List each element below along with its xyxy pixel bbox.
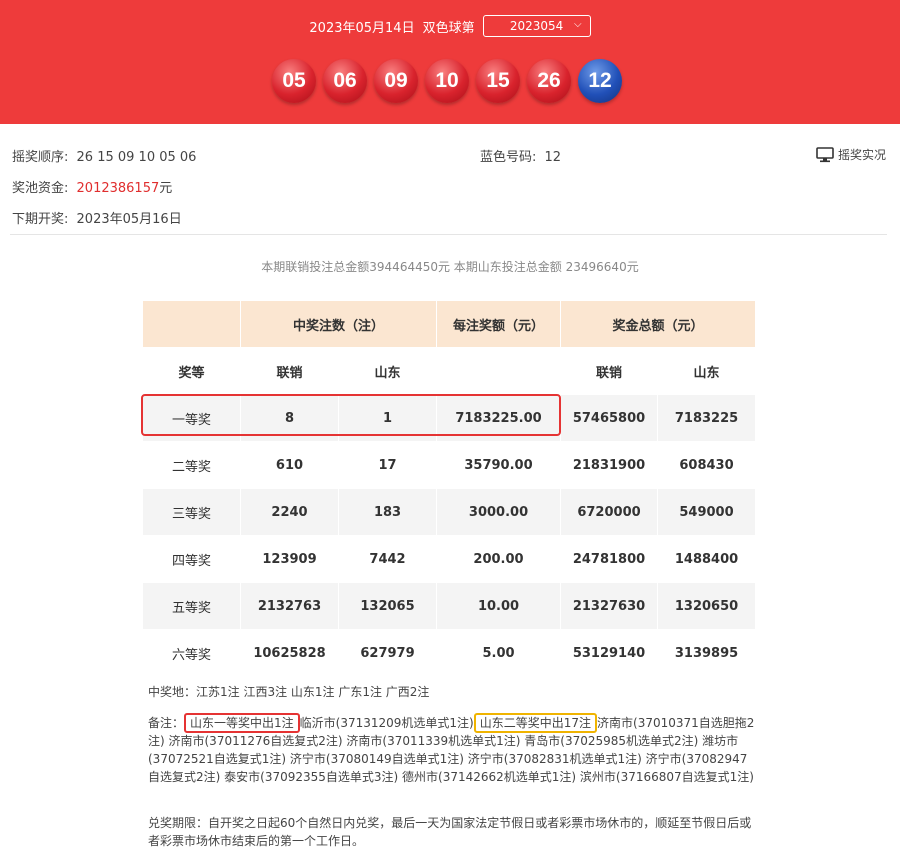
draw-header: 2023年05月14日 双色球第 2023054 ⌵ 05 06 09 10 1… <box>0 0 900 124</box>
shandong-count: 1 <box>337 394 438 442</box>
blue-ball: 12 <box>578 59 622 103</box>
draw-order: 摇奖顺序: 26 15 09 10 05 06 <box>12 146 196 165</box>
prize-per-bet: 10.00 <box>436 582 562 630</box>
live-draw-link[interactable]: 摇奖实况 <box>816 146 886 163</box>
table-row: 一等奖 8 1 7183225.00 57465800 7183225 <box>142 394 757 442</box>
remarks-first-location: 临沂市(37131209机选单式1注) <box>299 716 474 730</box>
national-count: 10625828 <box>240 629 339 677</box>
winning-numbers: 05 06 09 10 15 26 12 <box>272 59 622 103</box>
shandong-count: 183 <box>337 488 438 536</box>
red-ball: 26 <box>527 59 571 103</box>
shandong-count: 132065 <box>337 582 438 630</box>
red-ball: 10 <box>425 59 469 103</box>
remarks: 备注： 山东一等奖中出1注 临沂市(37131209机选单式1注) 山东二等奖中出17… <box>148 713 758 786</box>
claim-deadline: 兑奖期限：自开奖之日起60个自然日内兑奖，最后一天为国家法定节假日或者彩票市场休… <box>148 816 752 848</box>
blue-number: 蓝色号码: 12 <box>480 146 561 165</box>
draw-title-line: 2023年05月14日 双色球第 2023054 ⌵ <box>0 14 900 38</box>
shandong-total: 608430 <box>657 441 757 489</box>
national-total: 21327630 <box>560 582 659 630</box>
shandong-count: 17 <box>337 441 438 489</box>
table-row: 五等奖 2132763 132065 10.00 21327630 132065… <box>142 582 757 630</box>
prize-level: 四等奖 <box>142 535 241 583</box>
red-ball: 05 <box>272 59 316 103</box>
prize-per-bet: 200.00 <box>436 535 562 583</box>
national-total: 53129140 <box>560 629 659 677</box>
prize-per-bet: 5.00 <box>436 629 562 677</box>
national-total: 21831900 <box>560 441 659 489</box>
subheader-national: 联销 <box>560 347 659 395</box>
prize-level: 五等奖 <box>142 582 241 630</box>
prize-level: 三等奖 <box>142 488 241 536</box>
lottery-name: 双色球第 <box>422 20 475 36</box>
issue-select-value: 2023054 <box>509 19 564 33</box>
draw-order-value: 26 15 09 10 05 06 <box>76 150 197 165</box>
blue-number-value: 12 <box>544 150 562 165</box>
prize-table: 中奖注数（注） 每注奖额（元） 奖金总额（元） 奖等 联销 山东 联销 山东 一… <box>142 300 757 677</box>
national-count: 610 <box>240 441 339 489</box>
prize-level: 一等奖 <box>142 394 241 442</box>
shandong-first-prize-highlight: 山东一等奖中出1注 <box>184 713 300 733</box>
next-draw: 下期开奖: 2023年05月16日 <box>12 208 182 227</box>
shandong-total: 549000 <box>657 488 757 536</box>
header-winning-count: 中奖注数（注） <box>239 300 438 348</box>
prize-level: 二等奖 <box>142 441 241 489</box>
subheader-shandong: 山东 <box>657 347 757 395</box>
divider <box>10 234 887 235</box>
shandong-total: 1320650 <box>657 582 757 630</box>
blue-number-label: 蓝色号码: <box>480 150 537 165</box>
chevron-down-icon: ⌵ <box>574 19 582 30</box>
live-draw-label: 摇奖实况 <box>837 148 886 162</box>
next-draw-value: 2023年05月16日 <box>76 212 182 227</box>
winning-places: 中奖地：江苏1注 江西3注 山东1注 广东1注 广西2注 <box>148 685 430 699</box>
red-ball: 06 <box>323 59 367 103</box>
prize-pool-value: 2012386157 <box>76 181 160 196</box>
prize-level: 六等奖 <box>142 629 241 677</box>
table-row: 三等奖 2240 183 3000.00 6720000 549000 <box>142 488 757 536</box>
national-count: 123909 <box>240 535 339 583</box>
monitor-icon <box>816 146 834 162</box>
shandong-total: 3139895 <box>657 629 757 677</box>
shandong-total: 7183225 <box>657 394 757 442</box>
table-row: 四等奖 123909 7442 200.00 24781800 1488400 <box>142 535 757 583</box>
sales-summary: 本期联销投注总金额394464450元 本期山东投注总金额 23496640元 <box>261 260 639 274</box>
prize-per-bet: 3000.00 <box>436 488 562 536</box>
subheader-level: 奖等 <box>142 347 241 395</box>
draw-date: 2023年05月14日 <box>309 20 415 36</box>
table-row: 二等奖 610 17 35790.00 21831900 608430 <box>142 441 757 489</box>
header-prize-per-bet: 每注奖额（元） <box>436 300 562 348</box>
prize-pool-unit: 元 <box>159 181 173 196</box>
national-count: 8 <box>240 394 339 442</box>
red-ball: 09 <box>374 59 418 103</box>
shandong-count: 627979 <box>337 629 438 677</box>
shandong-count: 7442 <box>337 535 438 583</box>
national-total: 6720000 <box>560 488 659 536</box>
draw-order-label: 摇奖顺序: <box>12 150 69 165</box>
prize-pool-label: 奖池资金: <box>12 181 69 196</box>
table-header-row: 中奖注数（注） 每注奖额（元） 奖金总额（元） <box>142 300 757 348</box>
subheader-national: 联销 <box>240 347 339 395</box>
prize-pool: 奖池资金: 2012386157元 <box>12 177 172 196</box>
issue-select[interactable]: 2023054 ⌵ <box>482 15 591 37</box>
subheader-blank <box>436 347 562 395</box>
prize-per-bet: 7183225.00 <box>436 394 562 442</box>
header-blank <box>142 300 241 348</box>
table-subheader-row: 奖等 联销 山东 联销 山东 <box>142 347 757 395</box>
national-total: 57465800 <box>560 394 659 442</box>
red-ball: 15 <box>476 59 520 103</box>
shandong-second-prize-highlight: 山东二等奖中出17注 <box>473 713 598 733</box>
remarks-label: 备注： <box>148 716 185 730</box>
next-draw-label: 下期开奖: <box>12 212 69 227</box>
national-count: 2132763 <box>240 582 339 630</box>
shandong-total: 1488400 <box>657 535 757 583</box>
prize-per-bet: 35790.00 <box>436 441 562 489</box>
header-prize-total: 奖金总额（元） <box>560 300 757 348</box>
table-row: 六等奖 10625828 627979 5.00 53129140 313989… <box>142 629 757 677</box>
subheader-shandong: 山东 <box>337 347 438 395</box>
national-count: 2240 <box>240 488 339 536</box>
national-total: 24781800 <box>560 535 659 583</box>
